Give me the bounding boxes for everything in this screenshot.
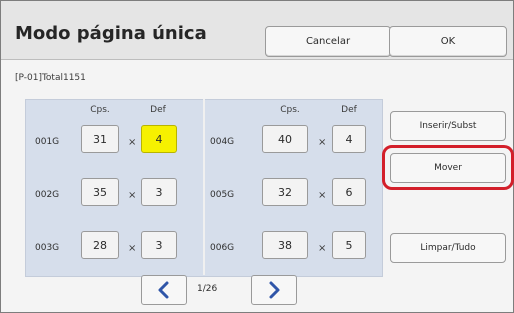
cancel-button[interactable]: Cancelar — [265, 26, 391, 57]
cps-input[interactable]: 38 — [262, 231, 308, 259]
def-input[interactable]: 4 — [332, 125, 366, 153]
ok-button[interactable]: OK — [389, 26, 507, 57]
page-title: Modo página única — [15, 23, 207, 44]
next-page-button[interactable] — [251, 275, 297, 305]
def-input[interactable]: 3 — [141, 231, 177, 259]
row-label: 005G — [210, 190, 235, 200]
dialog-header: Modo página única Cancelar OK — [1, 1, 513, 60]
chevron-left-icon — [158, 281, 169, 299]
insert-replace-button[interactable]: Inserir/Subst — [390, 111, 506, 141]
cps-input[interactable]: 35 — [81, 178, 119, 206]
left-def-header: Def — [150, 105, 166, 115]
previous-page-button[interactable] — [141, 275, 187, 305]
cps-input[interactable]: 32 — [262, 178, 308, 206]
cps-input[interactable]: 31 — [81, 125, 119, 153]
times-icon: × — [318, 137, 327, 148]
chevron-right-icon — [269, 281, 280, 299]
times-icon: × — [128, 190, 137, 201]
times-icon: × — [128, 243, 137, 254]
clear-all-button[interactable]: Limpar/Tudo — [390, 233, 506, 263]
cps-input[interactable]: 40 — [262, 125, 308, 153]
def-input-selected[interactable]: 4 — [141, 125, 177, 153]
times-icon: × — [318, 190, 327, 201]
move-button-highlight — [382, 145, 514, 190]
def-input[interactable]: 3 — [141, 178, 177, 206]
cps-input[interactable]: 28 — [81, 231, 119, 259]
grid-divider — [203, 99, 205, 275]
right-def-header: Def — [341, 105, 357, 115]
row-label: 004G — [210, 137, 235, 147]
page-subtitle: [P-01]Total1151 — [15, 73, 86, 83]
times-icon: × — [128, 137, 137, 148]
page-indicator: 1/26 — [197, 284, 218, 294]
row-label: 002G — [35, 190, 60, 200]
row-label: 003G — [35, 243, 60, 253]
single-page-dialog: Modo página única Cancelar OK [P-01]Tota… — [0, 0, 514, 313]
left-cps-header: Cps. — [90, 105, 110, 115]
def-input[interactable]: 5 — [332, 231, 366, 259]
times-icon: × — [318, 243, 327, 254]
right-cps-header: Cps. — [280, 105, 300, 115]
row-label: 001G — [35, 137, 60, 147]
row-label: 006G — [210, 243, 235, 253]
def-input[interactable]: 6 — [332, 178, 366, 206]
